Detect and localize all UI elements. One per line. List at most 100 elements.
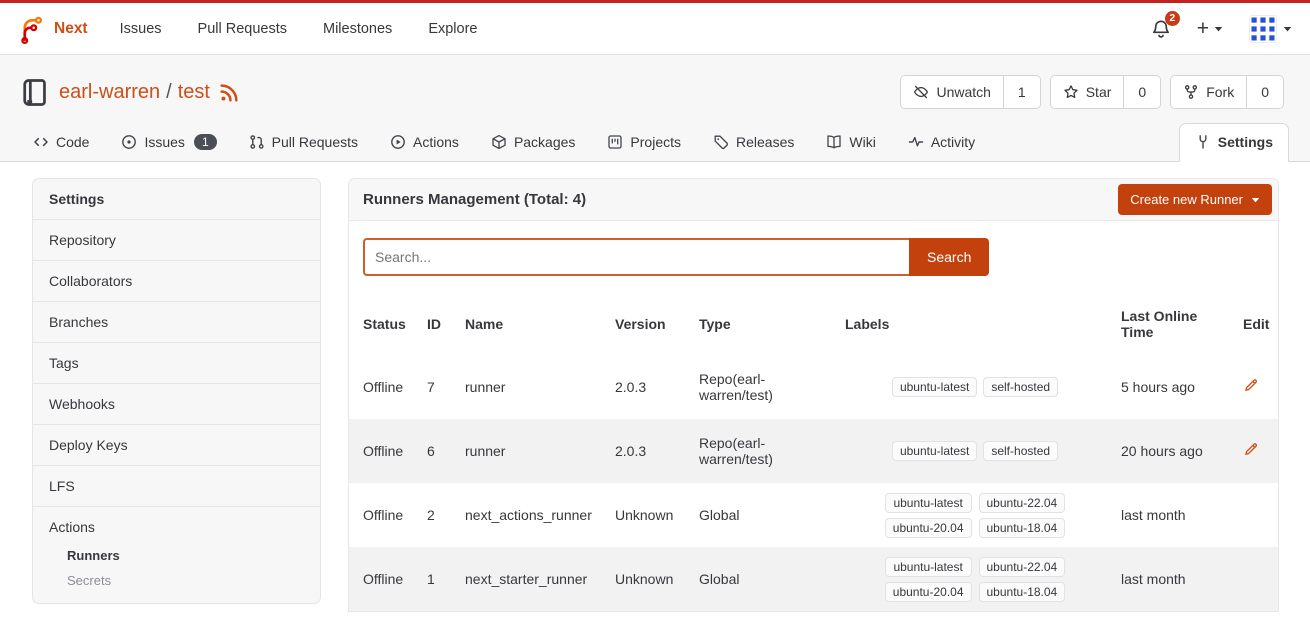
- plus-icon: +: [1197, 18, 1209, 39]
- fork-button[interactable]: Fork: [1171, 76, 1246, 108]
- topnav-issues[interactable]: Issues: [120, 21, 162, 37]
- edit-runner-button[interactable]: [1243, 378, 1258, 393]
- sidebar-item-repository[interactable]: Repository: [33, 219, 320, 260]
- topnav-milestones[interactable]: Milestones: [323, 21, 392, 37]
- watchers-count[interactable]: 1: [1003, 76, 1040, 108]
- tab-label: Code: [56, 134, 89, 150]
- avatar: [1249, 15, 1277, 43]
- forgejo-logo-icon: [16, 14, 46, 44]
- user-menu-button[interactable]: [1249, 15, 1292, 43]
- fork-icon: [1183, 84, 1199, 100]
- repo-tabs: Code Issues 1 Pull Requests Actions Pa: [0, 123, 1310, 162]
- pull-request-icon: [249, 134, 265, 150]
- label-chip: ubuntu-22.04: [979, 557, 1066, 577]
- forks-count[interactable]: 0: [1246, 76, 1283, 108]
- col-id: ID: [419, 293, 457, 355]
- runner-name: next_actions_runner: [457, 483, 607, 547]
- brand-label: Next: [54, 20, 88, 38]
- search-input[interactable]: [363, 238, 909, 276]
- sidebar-item-deploy-keys[interactable]: Deploy Keys: [33, 424, 320, 465]
- star-button[interactable]: Star: [1051, 76, 1124, 108]
- tab-code[interactable]: Code: [32, 124, 90, 161]
- repo-name-link[interactable]: test: [178, 81, 210, 104]
- fork-button-group: Fork 0: [1170, 75, 1284, 109]
- sidebar-item-branches[interactable]: Branches: [33, 301, 320, 342]
- table-row: Offline 2 next_actions_runner Unknown Gl…: [349, 483, 1278, 547]
- runner-last-online: last month: [1113, 483, 1235, 547]
- topnav-links: Issues Pull Requests Milestones Explore: [120, 21, 478, 37]
- sidebar-item-secrets[interactable]: Secrets: [49, 568, 304, 593]
- stars-count[interactable]: 0: [1123, 76, 1160, 108]
- repo-title-row: earl-warren / test Unwatch: [0, 73, 1310, 111]
- fork-label: Fork: [1206, 84, 1234, 100]
- tab-releases[interactable]: Releases: [712, 124, 795, 161]
- eye-off-icon: [913, 84, 929, 100]
- tab-activity[interactable]: Activity: [907, 124, 976, 161]
- col-name: Name: [457, 293, 607, 355]
- sidebar-item-lfs[interactable]: LFS: [33, 465, 320, 506]
- sidebar-title: Settings: [33, 179, 320, 219]
- runner-edit-cell: [1235, 355, 1278, 419]
- label-chip: self-hosted: [983, 441, 1058, 461]
- sidebar-item-actions[interactable]: Actions: [49, 517, 304, 537]
- tab-wiki[interactable]: Wiki: [825, 124, 876, 161]
- create-runner-button[interactable]: Create new Runner: [1118, 184, 1272, 215]
- runner-name: runner: [457, 355, 607, 419]
- issues-count-badge: 1: [194, 134, 217, 150]
- topnav-explore[interactable]: Explore: [428, 21, 477, 37]
- unwatch-button[interactable]: Unwatch: [901, 76, 1002, 108]
- chevron-down-icon: [1283, 26, 1292, 32]
- runner-version: 2.0.3: [607, 419, 691, 483]
- chevron-down-icon: [1214, 26, 1223, 32]
- notifications-button[interactable]: 2: [1151, 19, 1171, 39]
- tab-actions[interactable]: Actions: [389, 124, 460, 161]
- runner-version: 2.0.3: [607, 355, 691, 419]
- tag-icon: [713, 134, 729, 150]
- repo-header: earl-warren / test Unwatch: [0, 55, 1310, 162]
- sidebar-item-tags[interactable]: Tags: [33, 342, 320, 383]
- tools-icon: [1195, 134, 1211, 150]
- topnav-pull-requests[interactable]: Pull Requests: [198, 21, 287, 37]
- label-chip: ubuntu-22.04: [979, 493, 1066, 513]
- chevron-down-icon: [1251, 197, 1260, 203]
- tab-issues[interactable]: Issues 1: [120, 124, 217, 161]
- runner-edit-cell: [1235, 547, 1278, 611]
- book-icon: [826, 134, 842, 150]
- rss-feed-icon[interactable]: [219, 82, 240, 103]
- create-menu-button[interactable]: +: [1197, 18, 1223, 39]
- col-version: Version: [607, 293, 691, 355]
- tab-settings[interactable]: Settings: [1179, 123, 1289, 162]
- table-row: Offline 7 runner 2.0.3 Repo(earl-warren/…: [349, 355, 1278, 419]
- tab-label: Issues: [144, 134, 184, 150]
- label-chip: ubuntu-latest: [885, 557, 972, 577]
- sidebar-item-webhooks[interactable]: Webhooks: [33, 383, 320, 424]
- tab-pull-requests[interactable]: Pull Requests: [248, 124, 359, 161]
- forgejo-home-link[interactable]: Next: [16, 14, 88, 44]
- runner-labels: ubuntu-latest self-hosted: [837, 355, 1113, 419]
- package-icon: [491, 134, 507, 150]
- issue-icon: [121, 134, 137, 150]
- pulse-icon: [908, 134, 924, 150]
- runner-last-online: last month: [1113, 547, 1235, 611]
- code-icon: [33, 134, 49, 150]
- search-section: Search: [349, 221, 1278, 293]
- runner-type: Repo(earl-warren/test): [691, 419, 837, 483]
- col-last-online: Last Online Time: [1113, 293, 1235, 355]
- runners-panel: Runners Management (Total: 4) Create new…: [348, 178, 1279, 612]
- label-chip: ubuntu-18.04: [979, 582, 1066, 602]
- sidebar-item-collaborators[interactable]: Collaborators: [33, 260, 320, 301]
- sidebar-item-runners[interactable]: Runners: [49, 543, 304, 568]
- settings-sidebar: Settings Repository Collaborators Branch…: [32, 178, 321, 604]
- label-chip: ubuntu-18.04: [979, 518, 1066, 538]
- runner-status: Offline: [349, 547, 419, 611]
- repo-owner-link[interactable]: earl-warren: [59, 81, 160, 104]
- edit-runner-button[interactable]: [1243, 442, 1258, 457]
- panel-title: Runners Management (Total: 4): [363, 191, 586, 208]
- tab-projects[interactable]: Projects: [606, 124, 682, 161]
- search-button[interactable]: Search: [909, 238, 989, 276]
- label-chip: ubuntu-20.04: [885, 518, 972, 538]
- tab-label: Projects: [630, 134, 681, 150]
- tab-packages[interactable]: Packages: [490, 124, 576, 161]
- star-icon: [1063, 84, 1079, 100]
- runner-type: Global: [691, 547, 837, 611]
